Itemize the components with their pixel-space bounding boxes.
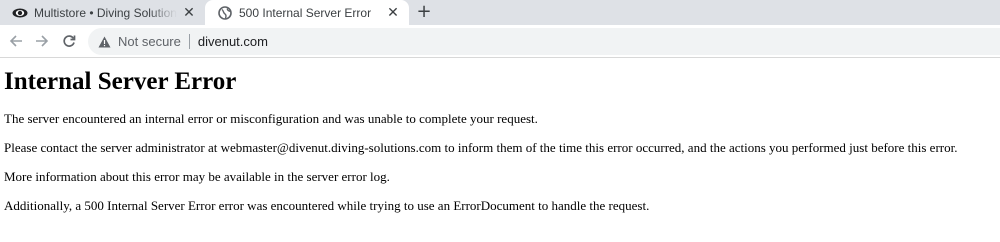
eye-icon <box>12 5 28 21</box>
close-icon[interactable]: ✕ <box>181 5 197 21</box>
divider <box>188 34 190 49</box>
error-paragraph: Additionally, a 500 Internal Server Erro… <box>4 198 650 213</box>
security-status[interactable]: Not secure <box>118 34 181 49</box>
tab-multistore[interactable]: Multistore • Diving Solutions (Asi ✕ <box>0 0 205 25</box>
page-title: Internal Server Error <box>4 68 237 95</box>
back-arrow-icon[interactable] <box>4 29 28 53</box>
tab-title: 500 Internal Server Error <box>239 5 372 20</box>
tab-error[interactable]: 500 Internal Server Error ✕ <box>205 0 409 25</box>
error-paragraph: The server encountered an internal error… <box>4 111 538 126</box>
reload-icon[interactable] <box>57 29 81 53</box>
url-text[interactable]: divenut.com <box>198 34 268 49</box>
globe-icon <box>217 5 233 21</box>
address-bar[interactable]: Not secure divenut.com <box>88 28 1000 55</box>
tab-strip: Multistore • Diving Solutions (Asi ✕ 500… <box>0 0 1000 25</box>
error-paragraph: Please contact the server administrator … <box>4 140 958 155</box>
close-icon[interactable]: ✕ <box>385 5 401 21</box>
forward-arrow-icon[interactable] <box>30 29 54 53</box>
tab-title: Multistore • Diving Solutions (Asi <box>34 5 177 20</box>
page-content: Internal Server Error The server encount… <box>0 58 1000 242</box>
new-tab-button[interactable]: + <box>414 2 434 22</box>
warning-icon[interactable] <box>97 35 111 49</box>
error-paragraph: More information about this error may be… <box>4 169 390 184</box>
browser-toolbar: Not secure divenut.com <box>0 25 1000 58</box>
